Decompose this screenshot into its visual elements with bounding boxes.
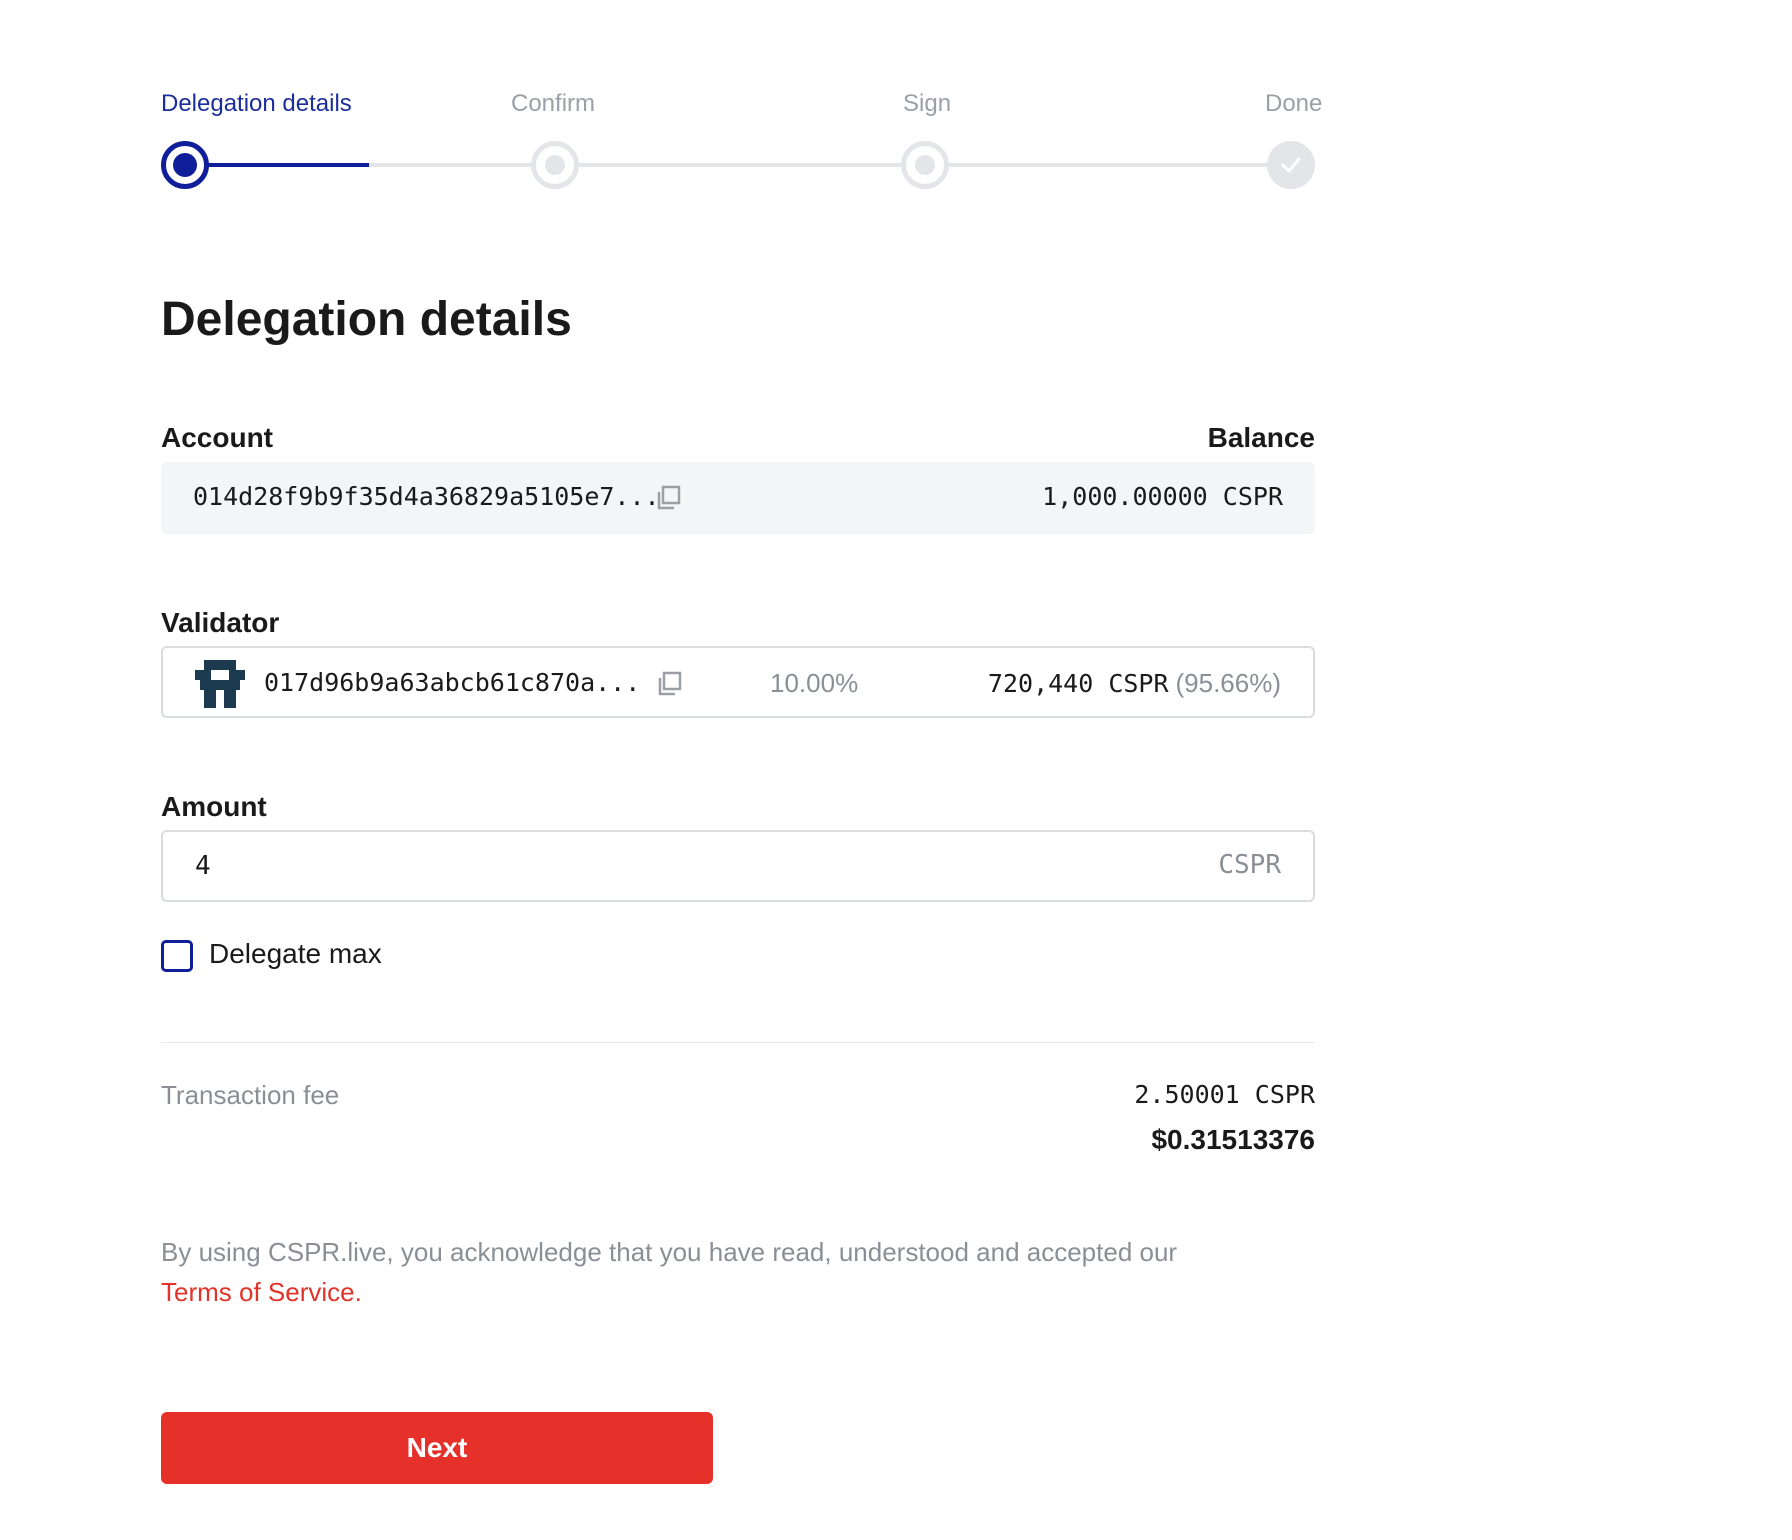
step-indicator-sign [901,141,949,189]
validator-hash: 017d96b9a63abcb61c870a... [264,668,641,697]
balance-label: Balance [1207,422,1315,453]
copy-validator-hash-icon[interactable] [655,670,683,703]
transaction-fee-cspr: 2.50001 CSPR [1134,1080,1315,1109]
validator-stake-amount: 720,440 CSPR [987,669,1169,698]
validator-stake-percent: (95.66%) [1175,668,1282,698]
delegate-max-label[interactable]: Delegate max [209,938,382,970]
step-label-confirm: Confirm [511,90,596,117]
step-label-done: Done [1265,90,1323,117]
amount-unit: CSPR [1218,850,1281,880]
transaction-fee-usd: $0.31513376 [1151,1124,1315,1155]
delegate-max-checkbox[interactable] [161,940,193,972]
check-icon [1281,157,1301,173]
step-indicator-delegation-details [161,141,209,189]
stepper-progress-track [205,163,369,167]
validator-stake: 720,440 CSPR (95.66%) [988,668,1281,699]
terms-disclaimer: By using CSPR.live, you acknowledge that… [161,1232,1315,1312]
step-indicator-confirm [531,141,579,189]
copy-account-hash-icon[interactable] [654,484,682,517]
disclaimer-text: By using CSPR.live, you acknowledge that… [161,1237,1178,1267]
validator-label: Validator [161,607,280,638]
account-hash: 014d28f9b9f35d4a36829a5105e7... [193,482,660,511]
validator-avatar-icon [195,660,245,713]
amount-field[interactable]: CSPR [161,830,1315,902]
step-label-sign: Sign [903,90,952,117]
validator-field[interactable]: 017d96b9a63abcb61c870a... 10.00% 720,440… [161,646,1315,718]
transaction-fee-label: Transaction fee [161,1080,340,1110]
next-button[interactable]: Next [161,1412,713,1484]
terms-of-service-link[interactable]: Terms of Service. [161,1277,362,1307]
divider [161,1042,1315,1043]
amount-input[interactable] [195,846,1095,886]
validator-fee: 10.00% [770,668,859,698]
amount-label: Amount [161,791,267,822]
account-field: 014d28f9b9f35d4a36829a5105e7... 1,000.00… [161,462,1315,534]
account-label: Account [161,422,273,453]
progress-stepper: Delegation details Confirm Sign Done [161,90,1322,200]
page-title: Delegation details [161,293,572,346]
step-label-delegation-details: Delegation details [161,90,352,117]
account-balance: 1,000.00000 CSPR [1042,482,1283,511]
step-indicator-done [1267,141,1315,189]
